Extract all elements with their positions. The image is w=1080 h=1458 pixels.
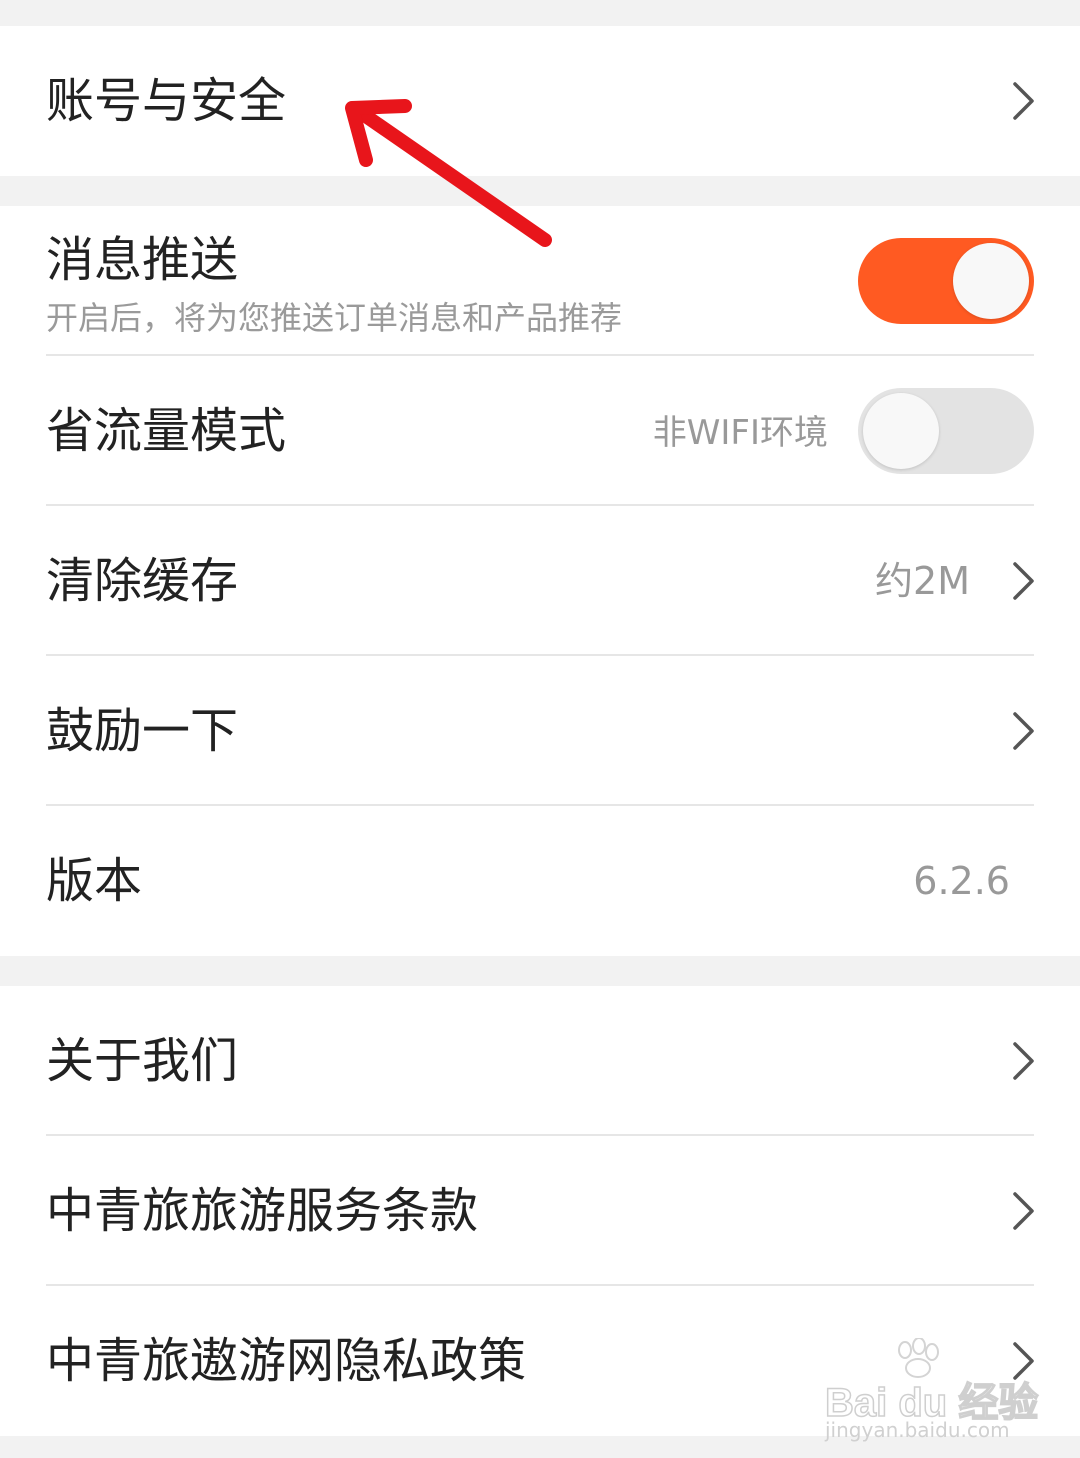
row-label: 中青旅旅游服务条款 bbox=[46, 1183, 479, 1239]
data-saver-toggle[interactable] bbox=[858, 388, 1034, 474]
row-label: 中青旅遨游网隐私政策 bbox=[46, 1333, 527, 1389]
row-label: 版本 bbox=[46, 853, 143, 909]
row-label: 清除缓存 bbox=[46, 553, 239, 609]
chevron-right-icon bbox=[1013, 1192, 1034, 1230]
row-label: 账号与安全 bbox=[46, 73, 287, 129]
settings-group-account: 账号与安全 bbox=[0, 26, 1080, 176]
push-toggle[interactable] bbox=[858, 238, 1034, 324]
version-number: 6.2.6 bbox=[913, 859, 1010, 903]
settings-row-data-saver: 省流量模式 非WIFI环境 bbox=[0, 356, 1080, 506]
settings-group-about: 关于我们 中青旅旅游服务条款 中青旅遨游网隐私政策 bbox=[0, 986, 1080, 1436]
chevron-right-icon bbox=[1013, 82, 1034, 120]
settings-row-account-security[interactable]: 账号与安全 bbox=[0, 26, 1080, 176]
settings-row-version: 版本 6.2.6 bbox=[0, 806, 1080, 956]
row-label: 消息推送 bbox=[46, 232, 239, 288]
toggle-knob bbox=[863, 393, 939, 469]
settings-row-privacy-policy[interactable]: 中青旅遨游网隐私政策 bbox=[0, 1286, 1080, 1436]
settings-page: 账号与安全 消息推送 开启后，将为您推送订单消息和产品推荐 省流量模式 非WIF… bbox=[0, 0, 1080, 1458]
row-description: 开启后，将为您推送订单消息和产品推荐 bbox=[46, 299, 623, 337]
cache-size: 约2M bbox=[875, 559, 970, 603]
settings-row-about-us[interactable]: 关于我们 bbox=[0, 986, 1080, 1136]
row-label: 鼓励一下 bbox=[46, 703, 239, 759]
row-hint: 非WIFI环境 bbox=[652, 413, 828, 453]
settings-group-general: 消息推送 开启后，将为您推送订单消息和产品推荐 省流量模式 非WIFI环境 清除… bbox=[0, 206, 1080, 956]
settings-row-encourage[interactable]: 鼓励一下 bbox=[0, 656, 1080, 806]
row-label: 关于我们 bbox=[46, 1033, 239, 1089]
settings-row-push: 消息推送 开启后，将为您推送订单消息和产品推荐 bbox=[0, 206, 1080, 356]
chevron-right-icon bbox=[1013, 712, 1034, 750]
settings-row-service-terms[interactable]: 中青旅旅游服务条款 bbox=[0, 1136, 1080, 1286]
chevron-right-icon bbox=[1013, 1042, 1034, 1080]
chevron-right-icon bbox=[1013, 562, 1034, 600]
row-label: 省流量模式 bbox=[46, 403, 287, 459]
settings-row-clear-cache[interactable]: 清除缓存 约2M bbox=[0, 506, 1080, 656]
chevron-right-icon bbox=[1013, 1342, 1034, 1380]
toggle-knob bbox=[953, 243, 1029, 319]
